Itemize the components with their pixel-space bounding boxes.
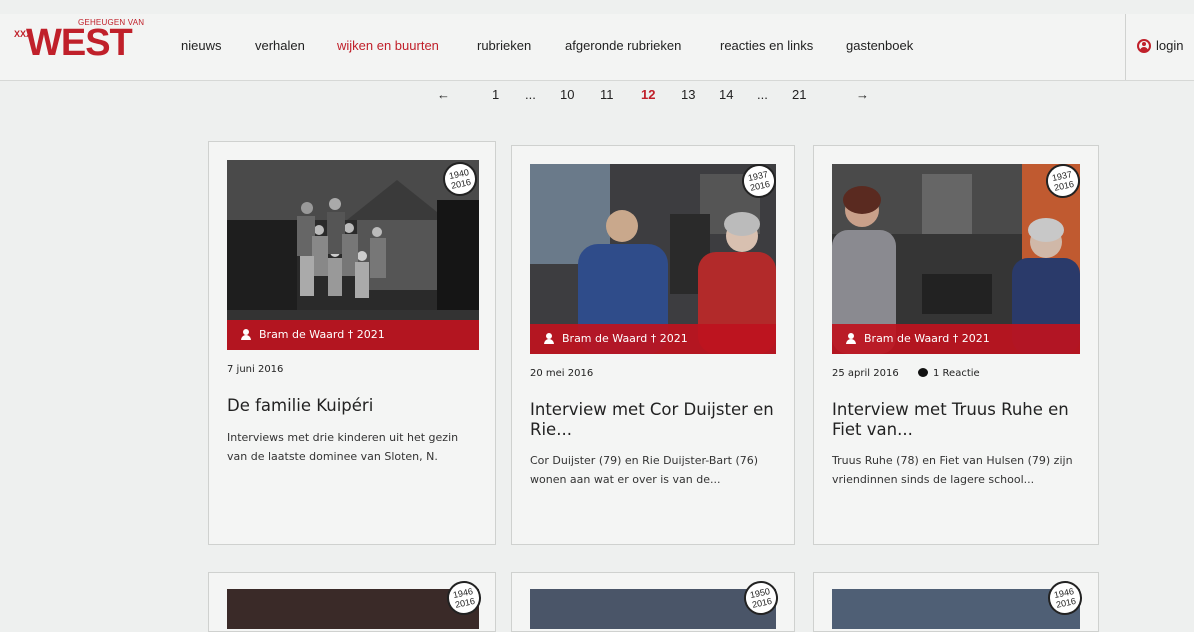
card-title[interactable]: Interview met Truus Ruhe en Fiet van... [832, 400, 1082, 440]
pagination-page-13[interactable]: 13 [681, 87, 695, 102]
pagination-current-page: 12 [641, 87, 656, 102]
login-button[interactable]: login [1125, 14, 1194, 80]
nav-item-nieuws[interactable]: nieuws [181, 38, 221, 53]
article-card[interactable]: 1950 2016 [511, 572, 795, 632]
author-name: Bram de Waard † 2021 [562, 332, 688, 345]
card-excerpt: Truus Ruhe (78) en Fiet van Hulsen (79) … [832, 454, 1073, 486]
pagination-page-1[interactable]: 1 [492, 87, 499, 102]
nav-item-wijken-en-buurten[interactable]: wijken en buurten [337, 38, 439, 53]
logo-crosses: XXX [14, 29, 33, 39]
card-date: 20 mei 2016 [530, 368, 594, 379]
card-photo[interactable] [530, 589, 776, 629]
pagination-next-arrow[interactable]: → [856, 87, 869, 102]
pagination-page-11[interactable]: 11 [600, 87, 614, 102]
nav-item-afgeronde-rubrieken[interactable]: afgeronde rubrieken [565, 38, 681, 53]
author-name: Bram de Waard † 2021 [864, 332, 990, 345]
pagination: ← 1 ... 10 11 12 13 14 ... 21 → [0, 87, 1194, 107]
card-date: 7 juni 2016 [227, 364, 284, 375]
article-card[interactable]: 1937 2016 Bram de Waard † 2021 20 mei 20… [511, 145, 795, 545]
reactions-label: 1 Reactie [933, 368, 980, 379]
article-card[interactable]: 1946 2016 [813, 572, 1099, 632]
logo-wordmark: WEST [26, 22, 133, 64]
article-card[interactable]: 1937 2016 Bram de Waard † 2021 25 april … [813, 145, 1099, 545]
card-photo[interactable]: 1937 2016 Bram de Waard † 2021 [530, 164, 776, 354]
nav-item-rubrieken[interactable]: rubrieken [477, 38, 531, 53]
article-card[interactable]: 1940 2016 Bram de Waard † 2021 7 juni 20… [208, 141, 496, 545]
pagination-page-14[interactable]: 14 [719, 87, 733, 102]
card-photo[interactable] [832, 589, 1080, 629]
nav-item-gastenboek[interactable]: gastenboek [846, 38, 913, 53]
person-icon [544, 333, 554, 344]
speech-bubble-icon [918, 368, 928, 377]
login-label: login [1156, 38, 1184, 53]
card-date: 25 april 2016 [832, 368, 899, 379]
person-icon [241, 329, 251, 340]
reactions-count[interactable]: 1 Reactie [918, 368, 980, 379]
card-excerpt: Cor Duijster (79) en Rie Duijster-Bart (… [530, 454, 759, 486]
author-bar[interactable]: Bram de Waard † 2021 [530, 324, 776, 354]
pagination-ellipsis: ... [525, 87, 536, 102]
pagination-page-10[interactable]: 10 [560, 87, 574, 102]
pagination-prev-arrow[interactable]: ← [437, 87, 450, 102]
pagination-ellipsis: ... [757, 87, 768, 102]
pagination-page-21[interactable]: 21 [792, 87, 806, 102]
card-photo[interactable]: 1940 2016 Bram de Waard † 2021 [227, 160, 479, 350]
card-photo[interactable] [227, 589, 479, 629]
card-title[interactable]: De familie Kuipéri [227, 396, 477, 416]
person-icon [846, 333, 856, 344]
card-excerpt: Interviews met drie kinderen uit het gez… [227, 431, 459, 463]
nav-item-reacties-en-links[interactable]: reacties en links [720, 38, 813, 53]
article-card[interactable]: 1946 2016 [208, 572, 496, 632]
card-photo[interactable]: 1937 2016 Bram de Waard † 2021 [832, 164, 1080, 354]
author-bar[interactable]: Bram de Waard † 2021 [227, 320, 479, 350]
top-navigation-bar: GEHEUGEN VAN XXX WEST nieuws verhalen wi… [0, 14, 1194, 81]
user-circle-icon [1137, 39, 1151, 53]
nav-item-verhalen[interactable]: verhalen [255, 38, 305, 53]
author-name: Bram de Waard † 2021 [259, 328, 385, 341]
site-logo[interactable]: GEHEUGEN VAN XXX WEST [12, 18, 162, 68]
card-title[interactable]: Interview met Cor Duijster en Rie... [530, 400, 780, 440]
author-bar[interactable]: Bram de Waard † 2021 [832, 324, 1080, 354]
